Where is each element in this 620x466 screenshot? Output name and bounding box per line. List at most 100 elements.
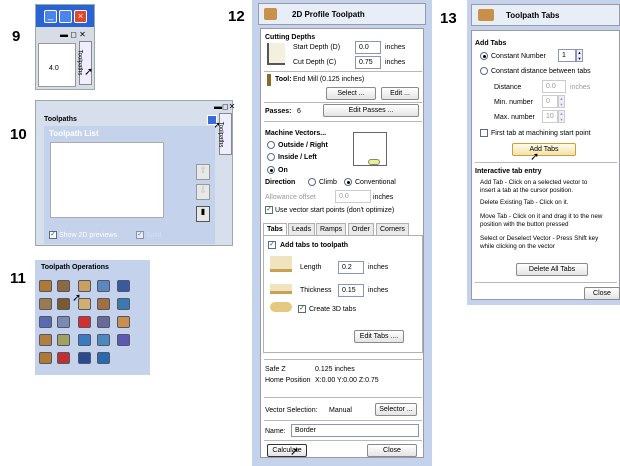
pin-icon[interactable]: ▬ ◻ ✕ bbox=[60, 30, 86, 39]
distance-units: inches bbox=[570, 84, 591, 91]
wireframe-icon[interactable] bbox=[78, 334, 91, 346]
divider bbox=[264, 397, 422, 398]
solid-checkbox[interactable]: ✓ bbox=[136, 231, 144, 239]
tab-leads[interactable]: Leads bbox=[288, 223, 316, 235]
toolpath-list-box[interactable] bbox=[50, 142, 164, 218]
home-position-label: Home Position bbox=[265, 377, 311, 384]
tabs-close-button[interactable]: Close bbox=[584, 287, 620, 300]
move-down-icon[interactable]: ⇩ bbox=[196, 184, 210, 200]
climb-radio[interactable] bbox=[308, 178, 316, 186]
mouse-cursor-icon: ➚ bbox=[290, 446, 300, 458]
thickness-units: inches bbox=[368, 287, 389, 294]
cut-depth-input[interactable]: 0.75 bbox=[355, 56, 381, 69]
add-tabs-checkbox[interactable]: ✓ bbox=[268, 241, 276, 249]
template-icon[interactable] bbox=[117, 316, 130, 328]
save-icon[interactable] bbox=[78, 352, 91, 364]
name-input[interactable]: Border bbox=[291, 424, 419, 437]
first-tab-checkbox[interactable] bbox=[480, 129, 488, 137]
divider bbox=[264, 102, 422, 103]
on-radio[interactable] bbox=[267, 166, 275, 174]
delete-toolpath-icon[interactable]: ▮ bbox=[196, 206, 210, 222]
close-window-button[interactable]: × bbox=[74, 10, 87, 23]
edit-icon[interactable] bbox=[39, 316, 52, 328]
step-number-11: 11 bbox=[10, 270, 26, 287]
start-depth-input[interactable]: 0.0 bbox=[355, 41, 381, 54]
tabs-panel-body: Add Tabs Constant Number 1 ▲ ▼ Constant d… bbox=[471, 30, 620, 300]
constant-distance-label: Constant distance between tabs bbox=[491, 68, 591, 75]
fig10-top-icons[interactable]: ▬◻✕ bbox=[214, 102, 235, 111]
profile-icon[interactable] bbox=[39, 280, 52, 292]
fig9-toolpaths-side-tab[interactable]: Toolpaths bbox=[76, 41, 92, 85]
create-3d-checkbox[interactable]: ✓ bbox=[298, 305, 306, 313]
close-button[interactable]: Close bbox=[367, 444, 417, 457]
conventional-radio[interactable] bbox=[344, 178, 352, 186]
allowance-input[interactable]: 0.0 bbox=[335, 190, 371, 203]
use-vector-start-checkbox[interactable]: ✓ bbox=[265, 206, 273, 214]
timer-icon[interactable] bbox=[57, 352, 70, 364]
constant-number-label: Constant Number bbox=[491, 53, 546, 60]
length-input[interactable]: 0.2 bbox=[338, 261, 364, 274]
vector-selection-label: Vector Selection: bbox=[265, 407, 318, 414]
end-mill-icon bbox=[267, 74, 271, 86]
move-up-icon[interactable]: ⇧ bbox=[196, 164, 210, 180]
max-number-spinner[interactable]: ▲ ▼ bbox=[558, 110, 565, 123]
inlay-icon[interactable] bbox=[39, 298, 52, 310]
constant-distance-radio[interactable] bbox=[480, 67, 488, 75]
add-tabs-button[interactable]: Add Tabs bbox=[512, 143, 576, 156]
edit-passes-button[interactable]: Edit Passes ... bbox=[323, 104, 419, 117]
step-number-12: 12 bbox=[228, 8, 245, 25]
min-number-input[interactable]: 0 bbox=[542, 95, 558, 108]
show-2d-checkbox[interactable]: ✓ bbox=[49, 231, 57, 239]
fig10-panel-title: Toolpaths bbox=[44, 116, 77, 123]
prism-icon[interactable] bbox=[97, 298, 110, 310]
split-icon[interactable] bbox=[97, 352, 110, 364]
thickness-input[interactable]: 0.15 bbox=[338, 284, 364, 297]
roughing-icon[interactable] bbox=[39, 334, 52, 346]
selector-button[interactable]: Selector ... bbox=[375, 403, 417, 416]
merge-icon[interactable] bbox=[97, 316, 110, 328]
min-number-spinner[interactable]: ▲ ▼ bbox=[558, 95, 565, 108]
preview-icon[interactable] bbox=[97, 334, 110, 346]
delete-icon[interactable] bbox=[78, 316, 91, 328]
delete-all-tabs-button[interactable]: Delete All Tabs bbox=[516, 263, 588, 276]
vcarve-icon[interactable] bbox=[97, 280, 110, 292]
drill-icon[interactable] bbox=[78, 280, 91, 292]
fig10-side-tab[interactable]: Toolpaths bbox=[217, 113, 232, 155]
divider bbox=[475, 282, 617, 283]
tab-order[interactable]: Order bbox=[348, 223, 374, 235]
side-tab-label: Toolpaths bbox=[217, 121, 224, 148]
maximize-button[interactable] bbox=[59, 10, 72, 23]
tool-edit-button[interactable]: Edit ... bbox=[381, 87, 419, 100]
outside-radio[interactable] bbox=[267, 141, 275, 149]
texture-icon[interactable] bbox=[57, 298, 70, 310]
sim-icon[interactable] bbox=[117, 334, 130, 346]
tool-select-button[interactable]: Select ... bbox=[326, 87, 376, 100]
constant-number-radio[interactable] bbox=[480, 52, 488, 60]
edit-tabs-button[interactable]: Edit Tabs .... bbox=[354, 330, 404, 343]
interactive-heading: Interactive tab entry bbox=[475, 168, 542, 175]
pocket-icon[interactable] bbox=[57, 280, 70, 292]
3d-tab-icon bbox=[270, 302, 292, 312]
move-tab-help: Move Tab - Click on it and drag it to th… bbox=[480, 213, 603, 228]
finishing-icon[interactable] bbox=[57, 334, 70, 346]
allowance-units: inches bbox=[373, 194, 394, 201]
constant-number-input[interactable]: 1 bbox=[558, 49, 576, 62]
minimize-button[interactable]: _ bbox=[44, 10, 57, 23]
tab-ramps[interactable]: Ramps bbox=[316, 223, 347, 235]
tab-corners[interactable]: Corners bbox=[376, 223, 409, 235]
quick-engrave-icon[interactable] bbox=[117, 298, 130, 310]
copy-icon[interactable] bbox=[57, 316, 70, 328]
constant-number-spinner[interactable]: ▲ ▼ bbox=[576, 49, 583, 62]
max-number-input[interactable]: 10 bbox=[542, 110, 558, 123]
fig10-toolpaths-panel: ▬◻✕ Toolpaths ➚ Toolpaths Toolpath List … bbox=[35, 100, 235, 246]
distance-input[interactable]: 0.0 bbox=[542, 80, 566, 93]
profile-toolpath-icon bbox=[264, 8, 277, 20]
inside-radio[interactable] bbox=[267, 153, 275, 161]
create-3d-label: Create 3D tabs bbox=[309, 306, 357, 313]
divider bbox=[264, 440, 422, 441]
layout-icon[interactable] bbox=[39, 352, 52, 364]
calculate-button[interactable]: Calculate bbox=[267, 444, 307, 457]
engrave-icon[interactable] bbox=[117, 280, 130, 292]
profile-title: 2D Profile Toolpath bbox=[292, 10, 365, 19]
divider bbox=[264, 359, 422, 360]
